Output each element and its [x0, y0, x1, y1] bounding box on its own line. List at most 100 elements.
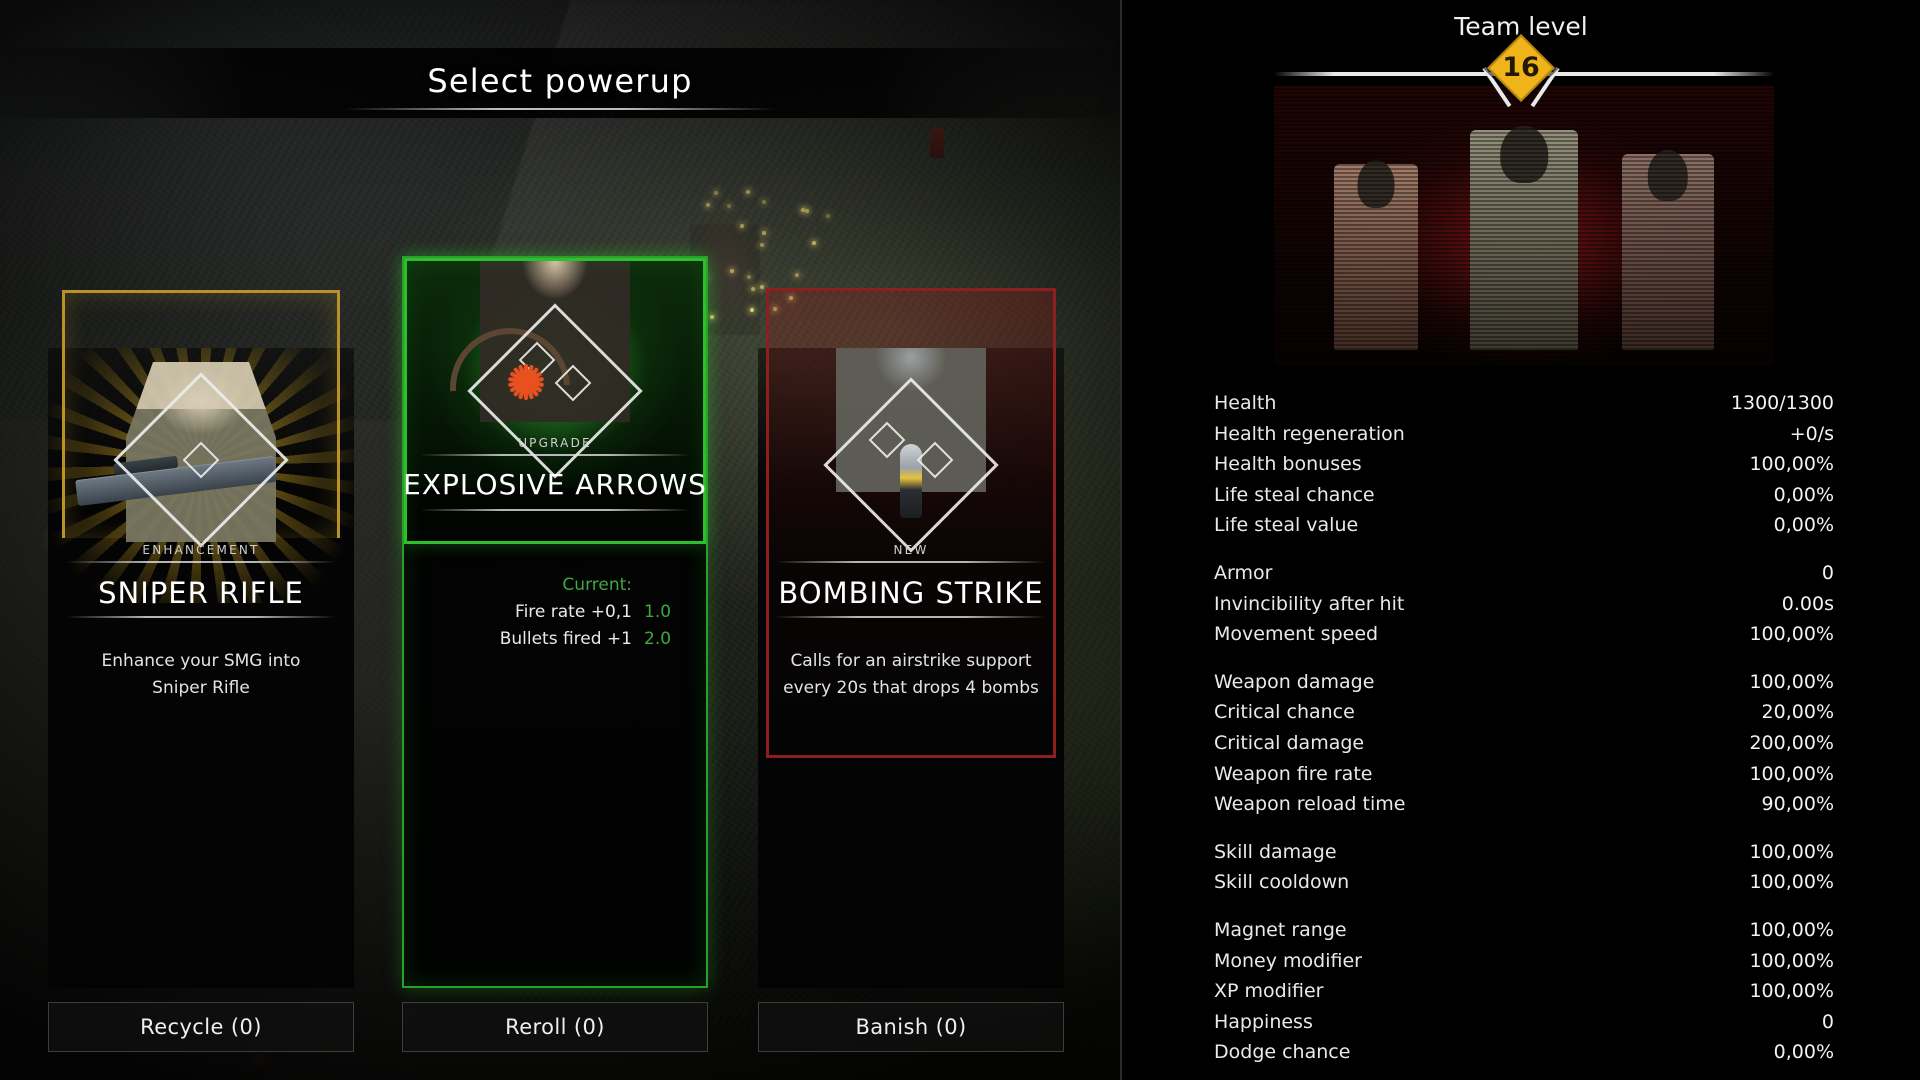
stat-value: 90,00% [1762, 789, 1834, 820]
stat-label: Health bonuses [1214, 449, 1362, 480]
stat-label: Health [1214, 388, 1276, 419]
stat-label: Critical damage [1214, 728, 1364, 759]
stat-row: Weapon reload time 90,00% [1214, 789, 1834, 820]
card-title-divider [420, 509, 689, 511]
card-tag-divider [776, 561, 1045, 563]
stat-value: 100,00% [1749, 867, 1834, 898]
team-level-value: 16 [1122, 52, 1920, 83]
stat-row: Life steal chance 0,00% [1214, 480, 1834, 511]
stat-value: 0,00% [1774, 480, 1834, 511]
stat-value: 100,00% [1749, 667, 1834, 698]
stat-value: 100,00% [1749, 619, 1834, 650]
card-tag: ENHANCEMENT [48, 543, 354, 557]
stat-key: Fire rate +0,1 [515, 599, 632, 626]
stat-label: Weapon reload time [1214, 789, 1405, 820]
stat-label: Armor [1214, 558, 1272, 589]
stat-value: 100,00% [1749, 759, 1834, 790]
stat-label: Critical chance [1214, 697, 1355, 728]
stat-value: 1300/1300 [1731, 388, 1834, 419]
team-portrait [1274, 86, 1774, 366]
stat-label: Money modifier [1214, 946, 1362, 977]
stat-label: Dodge chance [1214, 1037, 1350, 1068]
stat-label: Skill cooldown [1214, 867, 1349, 898]
stat-row: Magnet range 100,00% [1214, 915, 1834, 946]
card-tag-divider [66, 561, 335, 563]
stats-group-gap [1214, 650, 1834, 667]
card-artwork [48, 348, 354, 603]
recycle-button[interactable]: Recycle (0) [48, 1002, 354, 1052]
stat-row: Movement speed 100,00% [1214, 619, 1834, 650]
stat-value: 0 [1822, 558, 1834, 589]
stat-value: 100,00% [1749, 915, 1834, 946]
card-stat-table: Current: Fire rate +0,1 1.0 Bullets fire… [420, 572, 690, 653]
stat-value: +0/s [1790, 419, 1834, 450]
powerup-card-sniper-rifle[interactable]: ENHANCEMENT SNIPER RIFLE Enhance your SM… [48, 348, 354, 988]
stats-list: Health 1300/1300 Health regeneration +0/s He… [1214, 388, 1834, 1068]
stat-row: Skill cooldown 100,00% [1214, 867, 1834, 898]
reroll-button[interactable]: Reroll (0) [402, 1002, 708, 1052]
stat-label: Skill damage [1214, 837, 1337, 868]
stats-group-gap [1214, 898, 1834, 915]
stat-row: XP modifier 100,00% [1214, 976, 1834, 1007]
card-title: SNIPER RIFLE [48, 576, 354, 610]
stat-row: Critical damage 200,00% [1214, 728, 1834, 759]
stat-value: 0,00% [1774, 510, 1834, 541]
stat-value: 100,00% [1749, 449, 1834, 480]
stat-row: Dodge chance 0,00% [1214, 1037, 1834, 1068]
stat-row: Skill damage 100,00% [1214, 837, 1834, 868]
card-title-divider [66, 616, 335, 618]
stat-row: Happiness 0 [1214, 1007, 1834, 1038]
stat-value: 0,00% [1774, 1037, 1834, 1068]
stat-value: 20,00% [1762, 697, 1834, 728]
stat-label: Magnet range [1214, 915, 1347, 946]
powerup-card-explosive-arrows[interactable]: UPGRADE EXPLOSIVE ARROWS Current: Fire r… [402, 256, 708, 988]
stat-row: Money modifier 100,00% [1214, 946, 1834, 977]
stat-row: Weapon fire rate 100,00% [1214, 759, 1834, 790]
stat-value: 100,00% [1749, 976, 1834, 1007]
stats-group-gap [1214, 820, 1834, 837]
card-description: Enhance your SMG into Sniper Rifle [72, 648, 330, 702]
stat-label: Weapon damage [1214, 667, 1374, 698]
stat-row: Health 1300/1300 [1214, 388, 1834, 419]
card-tag-divider [420, 454, 689, 456]
powerup-card-bombing-strike[interactable]: NEW BOMBING STRIKE Calls for an airstrik… [758, 348, 1064, 988]
stat-row: Health regeneration +0/s [1214, 419, 1834, 450]
card-tag: NEW [758, 543, 1064, 557]
stat-label: Happiness [1214, 1007, 1313, 1038]
powerup-selection-screen: Select powerup ENHANCEMENT SNIPER RIFLE … [0, 0, 1920, 1080]
card-tag: UPGRADE [402, 436, 708, 450]
stat-label: XP modifier [1214, 976, 1323, 1007]
card-title-divider [776, 616, 1045, 618]
level-banner: 16 [1122, 0, 1920, 120]
current-label: Current: [420, 572, 690, 599]
card-stat-row: Fire rate +0,1 1.0 [420, 599, 690, 626]
card-description: Calls for an airstrike support every 20s… [782, 648, 1040, 702]
stat-value: 0.00s [1782, 589, 1834, 620]
stat-row: Life steal value 0,00% [1214, 510, 1834, 541]
banish-button[interactable]: Banish (0) [758, 1002, 1064, 1052]
stat-label: Life steal value [1214, 510, 1358, 541]
powerup-card-list: ENHANCEMENT SNIPER RIFLE Enhance your SM… [0, 0, 1120, 1080]
stat-label: Weapon fire rate [1214, 759, 1372, 790]
stat-label: Health regeneration [1214, 419, 1405, 450]
stat-row: Health bonuses 100,00% [1214, 449, 1834, 480]
stat-label: Invincibility after hit [1214, 589, 1404, 620]
card-stat-row: Bullets fired +1 2.0 [420, 626, 690, 653]
stat-key: Bullets fired +1 [500, 626, 632, 653]
card-title: BOMBING STRIKE [758, 576, 1064, 610]
stat-value: 2.0 [644, 626, 690, 653]
team-stats-panel: Team level 16 Health 1300/1300 Health rege… [1120, 0, 1920, 1080]
stat-row: Armor 0 [1214, 558, 1834, 589]
portrait-scanlines [1274, 86, 1774, 366]
stat-row: Weapon damage 100,00% [1214, 667, 1834, 698]
stat-value: 100,00% [1749, 837, 1834, 868]
stat-label: Life steal chance [1214, 480, 1375, 511]
stats-group-gap [1214, 541, 1834, 558]
stat-value: 100,00% [1749, 946, 1834, 977]
stat-value: 200,00% [1749, 728, 1834, 759]
stat-label: Movement speed [1214, 619, 1378, 650]
stat-value: 1.0 [644, 599, 690, 626]
stat-value: 0 [1822, 1007, 1834, 1038]
card-artwork [758, 348, 1064, 603]
stat-row: Invincibility after hit 0.00s [1214, 589, 1834, 620]
